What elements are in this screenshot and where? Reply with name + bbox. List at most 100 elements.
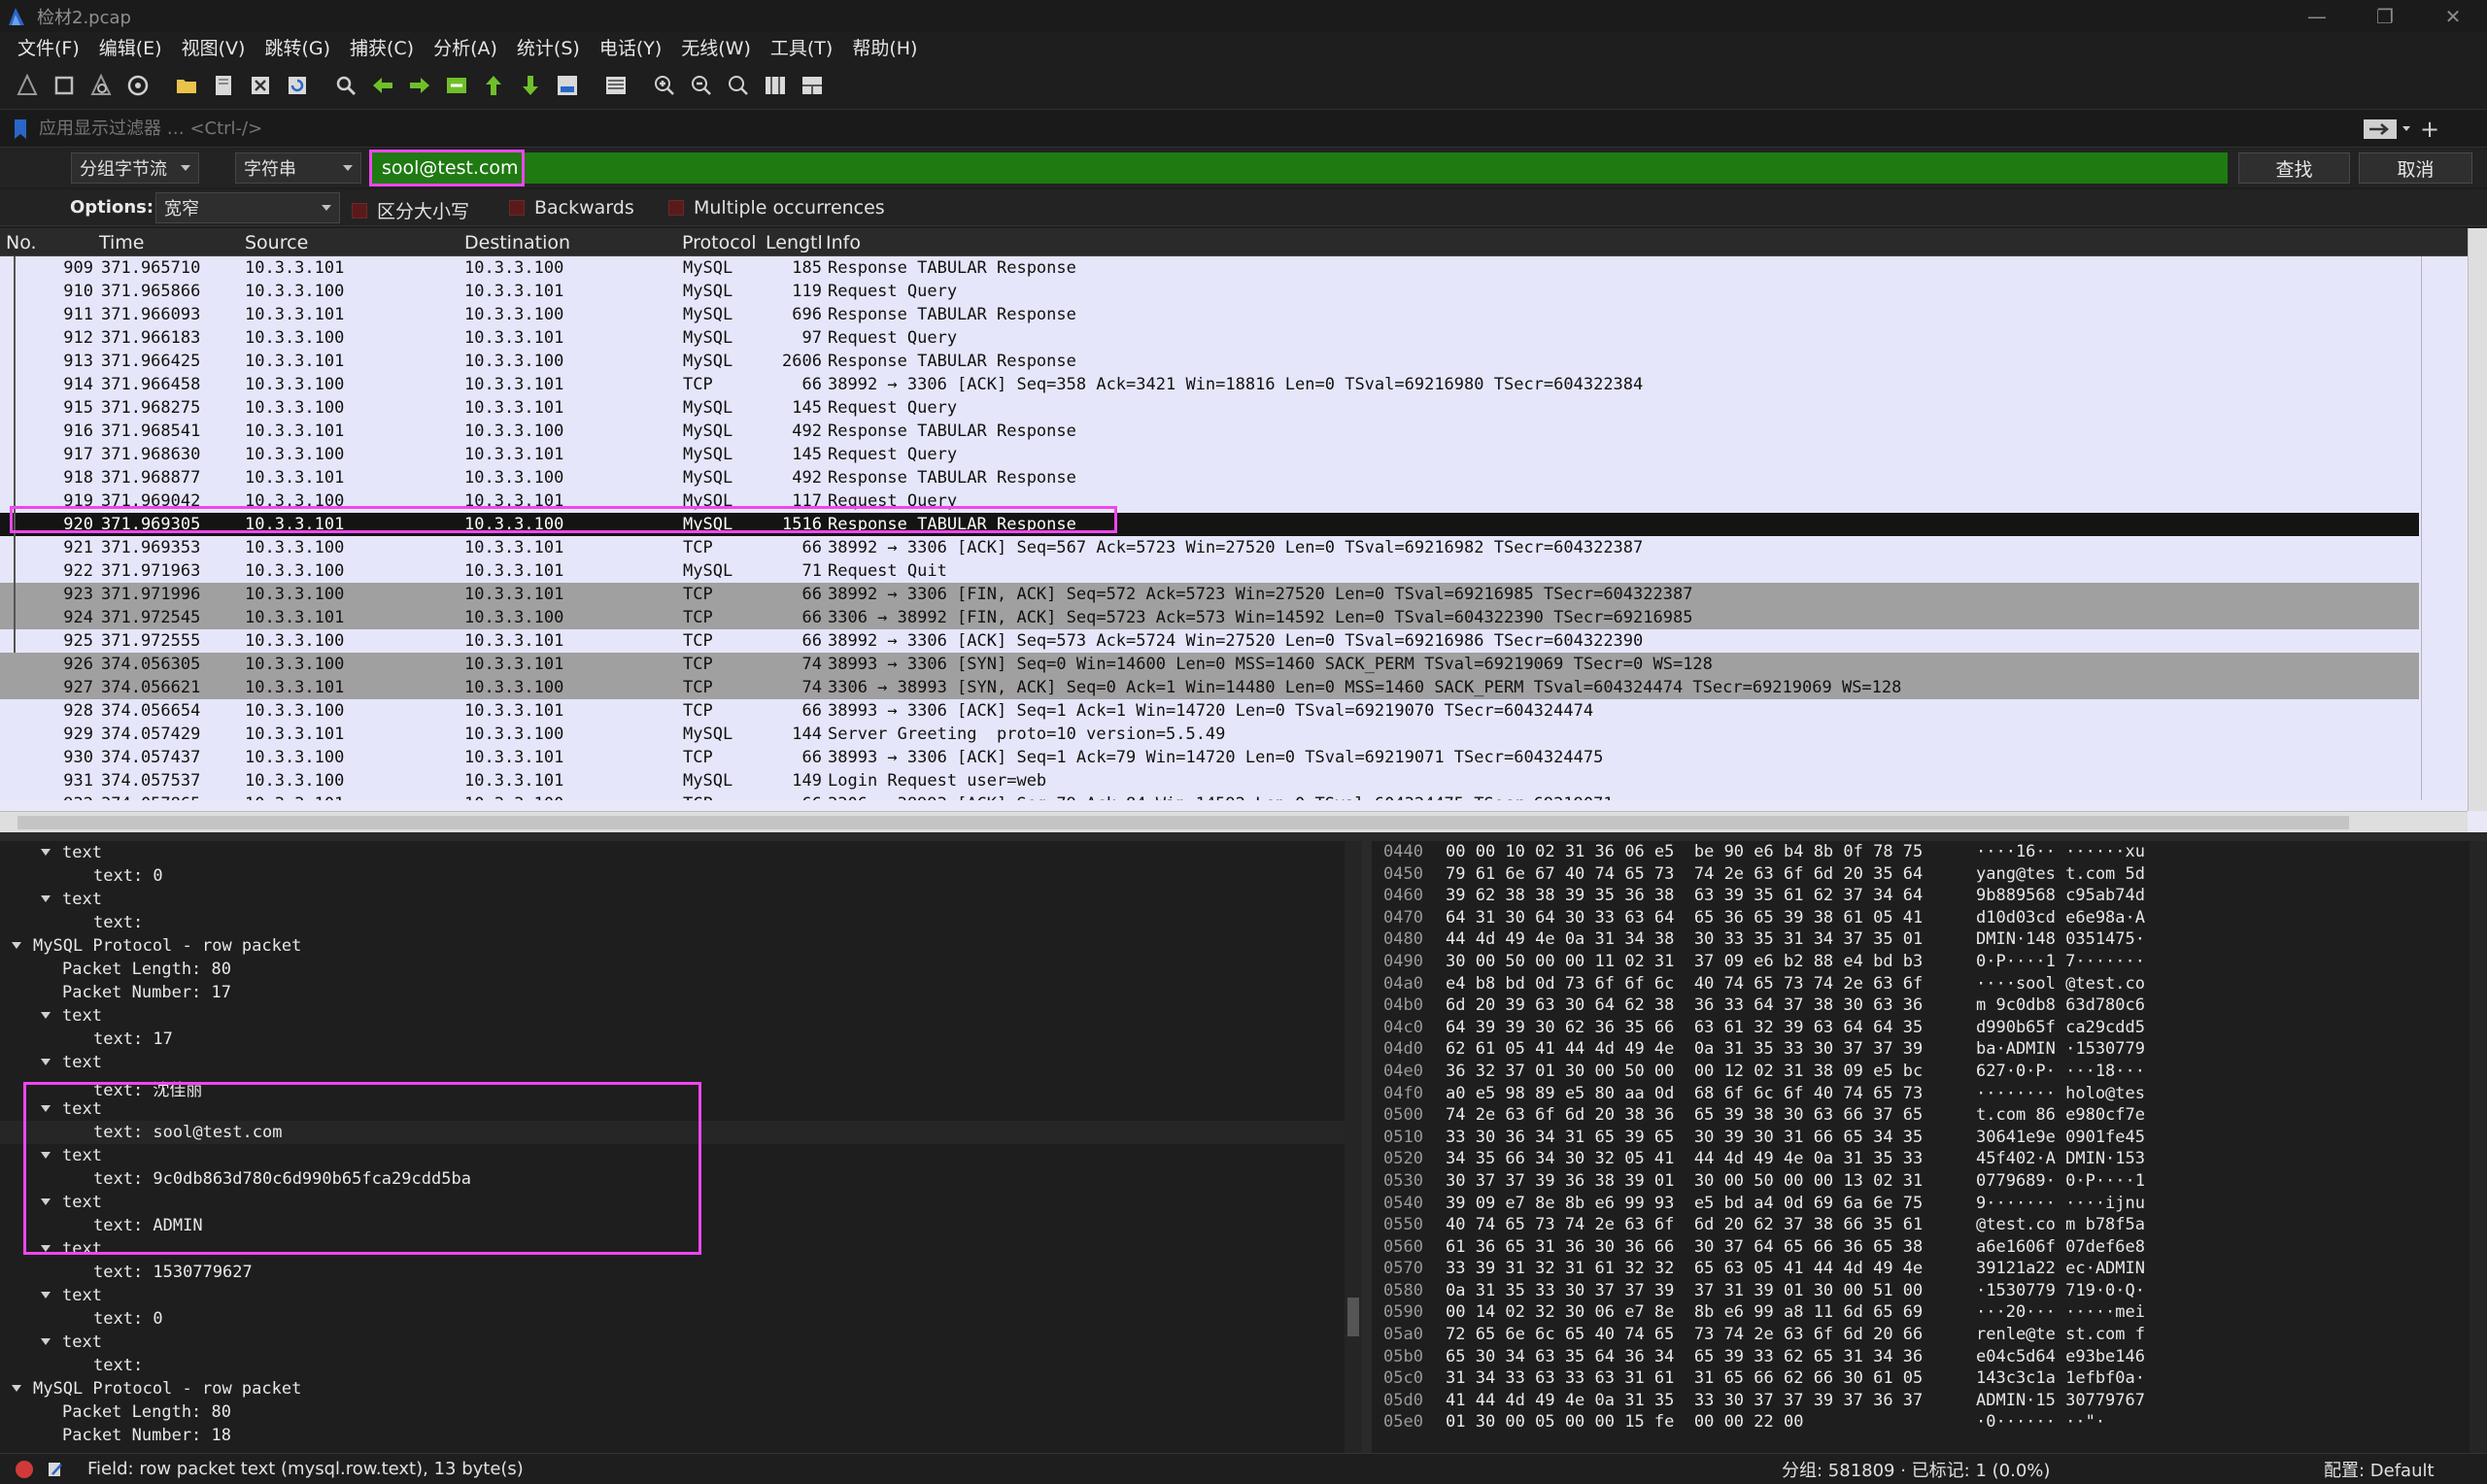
bytes-row[interactable]: 0490 30 00 50 00 00 11 02 31 37 09 e6 b2 …	[1372, 951, 2487, 973]
bytes-row[interactable]: 0500 74 2e 63 6f 6d 20 38 36 65 39 38 30 …	[1372, 1104, 2487, 1127]
packet-row[interactable]: 922 371.971963 10.3.3.100 10.3.3.101 MySQL 71…	[0, 559, 2419, 583]
bytes-row[interactable]: 0590 00 14 02 32 30 06 e7 8e 8b e6 99 a8 …	[1372, 1301, 2487, 1324]
case-sensitive-checkbox[interactable]: 区分大小写	[352, 197, 469, 223]
auto-scroll-icon[interactable]	[550, 68, 585, 103]
details-tree-item[interactable]: text: 9c0db863d780c6d990b65fca29cdd5ba	[0, 1167, 1362, 1191]
bytes-scrollbar[interactable]	[2470, 841, 2487, 1453]
bytes-row[interactable]: 0450 79 61 6e 67 40 74 65 73 74 2e 63 6f …	[1372, 863, 2487, 886]
details-tree-item[interactable]: text	[0, 1191, 1362, 1214]
bytes-row[interactable]: 04b0 6d 20 39 63 30 64 62 38 36 33 64 37 …	[1372, 995, 2487, 1017]
expand-arrow-icon[interactable]	[41, 1012, 51, 1019]
multiple-occurrences-checkbox[interactable]: Multiple occurrences	[668, 197, 885, 219]
bytes-row[interactable]: 0540 39 09 e7 8e 8b e6 99 93 e5 bd a4 0d …	[1372, 1193, 2487, 1215]
packet-row[interactable]: 918 371.968877 10.3.3.101 10.3.3.100 MySQL 49…	[0, 466, 2419, 489]
details-tree-item[interactable]: text	[0, 1051, 1362, 1074]
menu-tools[interactable]: 工具(T)	[761, 34, 842, 60]
details-tree-item[interactable]: text	[0, 1284, 1362, 1307]
expand-arrow-icon[interactable]	[12, 942, 21, 949]
details-tree-item[interactable]: text	[0, 1331, 1362, 1354]
menu-help[interactable]: 帮助(H)	[842, 34, 927, 60]
details-tree-item[interactable]: text: ADMIN	[0, 1214, 1362, 1237]
charset-select[interactable]: 宽窄	[155, 192, 340, 223]
packet-row[interactable]: 925 371.972555 10.3.3.100 10.3.3.101 TCP 66 38…	[0, 629, 2419, 653]
backwards-checkbox[interactable]: Backwards	[509, 197, 634, 219]
packet-row[interactable]: 921 371.969353 10.3.3.100 10.3.3.101 TCP 66 38…	[0, 536, 2419, 559]
bytes-row[interactable]: 0460 39 62 38 38 39 35 36 38 63 39 35 61 …	[1372, 885, 2487, 907]
go-to-packet-icon[interactable]	[439, 68, 474, 103]
cancel-button[interactable]: 取消	[2359, 152, 2472, 184]
details-tree-item[interactable]: text:	[0, 911, 1362, 934]
packet-row[interactable]: 920 371.969305 10.3.3.101 10.3.3.100 MySQL 15…	[0, 513, 2419, 536]
bytes-row[interactable]: 04e0 36 32 37 01 30 00 50 00 00 12 02 31 …	[1372, 1061, 2487, 1083]
bytes-row[interactable]: 0550 40 74 65 73 74 2e 63 6f 6d 20 62 37 …	[1372, 1214, 2487, 1236]
details-tree-item[interactable]: text: 0	[0, 864, 1362, 888]
capture-options-icon[interactable]	[120, 68, 155, 103]
menu-view[interactable]: 视图(V)	[172, 34, 256, 60]
expand-arrow-icon[interactable]	[41, 1152, 51, 1159]
expand-arrow-icon[interactable]	[41, 1292, 51, 1298]
close-button[interactable]: ✕	[2419, 0, 2487, 32]
bytes-row[interactable]: 0530 30 37 37 39 36 38 39 01 30 00 50 00 …	[1372, 1170, 2487, 1193]
expand-arrow-icon[interactable]	[41, 1105, 51, 1112]
expand-arrow-icon[interactable]	[41, 849, 51, 856]
details-tree-item[interactable]: text	[0, 841, 1362, 864]
packet-row[interactable]: 912 371.966183 10.3.3.100 10.3.3.101 MySQL 97…	[0, 326, 2419, 350]
bytes-row[interactable]: 0440 00 00 10 02 31 36 06 e5 be 90 e6 b4 …	[1372, 841, 2487, 863]
details-tree-item[interactable]: Packet Number: 17	[0, 981, 1362, 1004]
packet-row[interactable]: 927 374.056621 10.3.3.101 10.3.3.100 TCP 74 33…	[0, 676, 2419, 699]
details-tree-item[interactable]: text	[0, 1144, 1362, 1167]
bookmark-icon[interactable]	[10, 117, 31, 142]
details-tree-item[interactable]: MySQL Protocol - row packet	[0, 934, 1362, 958]
add-filter-button-icon[interactable]: +	[2415, 116, 2444, 143]
stop-capture-icon[interactable]	[47, 68, 82, 103]
expand-arrow-icon[interactable]	[41, 1198, 51, 1205]
go-last-icon[interactable]	[513, 68, 548, 103]
display-filter-input[interactable]	[39, 114, 2351, 144]
horizontal-splitter[interactable]	[0, 832, 2487, 841]
expand-arrow-icon[interactable]	[41, 1338, 51, 1345]
column-source[interactable]: Source	[245, 232, 308, 253]
packet-row[interactable]: 928 374.056654 10.3.3.100 10.3.3.101 TCP 66 38…	[0, 699, 2419, 723]
checkbox-box[interactable]	[668, 200, 684, 216]
bytes-row[interactable]: 0570 33 39 31 32 31 61 32 32 65 63 05 41 …	[1372, 1258, 2487, 1280]
packet-row[interactable]: 915 371.968275 10.3.3.100 10.3.3.101 MySQL 14…	[0, 396, 2419, 420]
column-time[interactable]: Time	[99, 232, 145, 253]
details-tree-item[interactable]: text	[0, 1004, 1362, 1028]
packet-row[interactable]: 913 371.966425 10.3.3.101 10.3.3.100 MySQL 26…	[0, 350, 2419, 373]
packet-list-scrollbar[interactable]	[2468, 228, 2487, 811]
zoom-reset-icon[interactable]	[721, 68, 756, 103]
maximize-button[interactable]: ❐	[2351, 0, 2419, 32]
packet-row[interactable]: 917 371.968630 10.3.3.100 10.3.3.101 MySQL 14…	[0, 443, 2419, 466]
go-back-icon[interactable]	[365, 68, 400, 103]
zoom-out-icon[interactable]	[684, 68, 719, 103]
bytes-row[interactable]: 04f0 a0 e5 98 89 e5 80 aa 0d 68 6f 6c 6f …	[1372, 1083, 2487, 1105]
packet-row[interactable]: 926 374.056305 10.3.3.100 10.3.3.101 TCP 74 38…	[0, 653, 2419, 676]
search-scope-select[interactable]: 分组字节流	[71, 152, 199, 184]
details-tree-item[interactable]: text	[0, 888, 1362, 911]
expand-arrow-icon[interactable]	[41, 1245, 51, 1252]
column-info[interactable]: Info	[826, 232, 861, 253]
layout-icon[interactable]	[795, 68, 830, 103]
checkbox-box[interactable]	[352, 202, 367, 219]
menu-wireless[interactable]: 无线(W)	[671, 34, 761, 60]
bytes-row[interactable]: 05b0 65 30 34 63 35 64 36 34 65 39 33 62 …	[1372, 1346, 2487, 1368]
packet-row[interactable]: 930 374.057437 10.3.3.100 10.3.3.101 TCP 66 38…	[0, 746, 2419, 769]
close-file-icon[interactable]	[243, 68, 278, 103]
details-tree-item[interactable]: text	[0, 1237, 1362, 1261]
details-tree-item[interactable]: Packet Length: 80	[0, 958, 1362, 981]
packet-row[interactable]: 929 374.057429 10.3.3.101 10.3.3.100 MySQL 14…	[0, 723, 2419, 746]
packet-row[interactable]: 914 371.966458 10.3.3.100 10.3.3.101 TCP 66 38…	[0, 373, 2419, 396]
start-capture-icon[interactable]	[10, 68, 45, 103]
save-file-icon[interactable]	[206, 68, 241, 103]
details-tree-item[interactable]: text	[0, 1097, 1362, 1121]
packet-row[interactable]: 916 371.968541 10.3.3.101 10.3.3.100 MySQL 49…	[0, 420, 2419, 443]
checkbox-box[interactable]	[509, 200, 525, 216]
expand-arrow-icon[interactable]	[41, 895, 51, 902]
bytes-row[interactable]: 05c0 31 34 33 63 33 63 31 61 31 65 66 62 …	[1372, 1367, 2487, 1390]
bytes-row[interactable]: 0580 0a 31 35 33 30 37 37 39 37 31 39 01 …	[1372, 1280, 2487, 1302]
bytes-row[interactable]: 05a0 72 65 6e 6c 65 40 74 65 73 74 2e 63 …	[1372, 1324, 2487, 1346]
menu-statistics[interactable]: 统计(S)	[507, 34, 590, 60]
zoom-in-icon[interactable]	[647, 68, 682, 103]
find-button[interactable]: 查找	[2238, 152, 2350, 184]
bytes-row[interactable]: 0520 34 35 66 34 30 32 05 41 44 4d 49 4e …	[1372, 1148, 2487, 1170]
